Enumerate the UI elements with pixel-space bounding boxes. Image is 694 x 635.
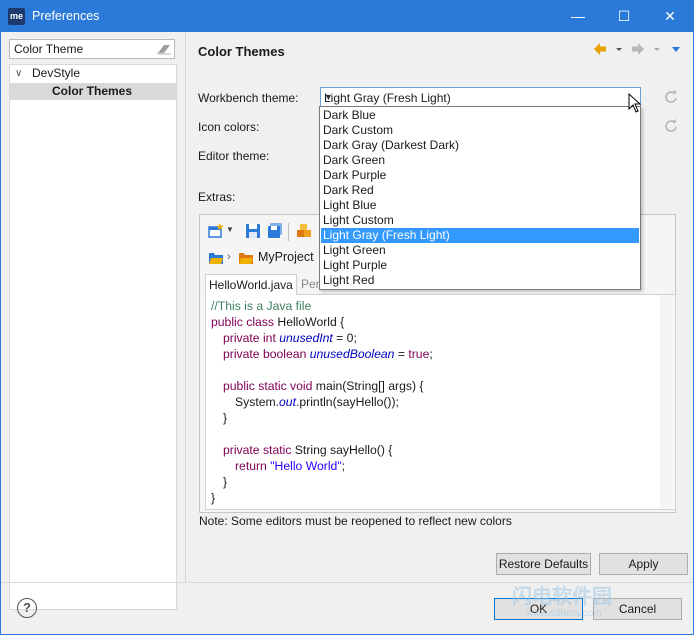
filter-input[interactable]: Color Theme bbox=[9, 39, 175, 59]
workbench-theme-select[interactable]: Light Gray (Fresh Light) ▼ bbox=[320, 87, 641, 107]
tab-helloworld: HelloWorld.java bbox=[205, 274, 297, 295]
toolbar-separator bbox=[288, 223, 289, 241]
code-line: } bbox=[223, 475, 228, 489]
watermark-text: 闪电软件园 bbox=[512, 586, 612, 608]
theme-option[interactable]: Dark Red bbox=[321, 183, 639, 198]
breadcrumb-project: MyProject bbox=[258, 250, 314, 264]
code-line: } bbox=[211, 491, 216, 505]
puzzle-icon bbox=[297, 224, 311, 237]
theme-option[interactable]: Dark Green bbox=[321, 153, 639, 168]
tree-item-color-themes[interactable]: Color Themes bbox=[10, 83, 176, 100]
new-window-icon bbox=[208, 223, 224, 238]
theme-option[interactable]: Dark Blue bbox=[321, 108, 639, 123]
theme-option[interactable]: Light Green bbox=[321, 243, 639, 258]
apply-button[interactable]: Apply bbox=[599, 553, 688, 575]
help-icon[interactable]: ? bbox=[17, 598, 37, 618]
page-title: Color Themes bbox=[198, 44, 285, 59]
code-line: System.out.println(sayHello()); bbox=[235, 395, 399, 409]
editor-theme-label: Editor theme: bbox=[198, 149, 270, 163]
theme-dropdown-list[interactable]: Dark Blue Dark Custom Dark Gray (Darkest D… bbox=[319, 106, 641, 290]
theme-option[interactable]: Light Purple bbox=[321, 258, 639, 273]
window-title: Preferences bbox=[32, 9, 100, 23]
code-line: //This is a Java file bbox=[211, 299, 312, 313]
minimize-button[interactable]: — bbox=[555, 1, 601, 32]
code-line: private static String sayHello() { bbox=[223, 443, 393, 457]
app-icon: me bbox=[8, 8, 25, 25]
tree-item-label: Color Themes bbox=[52, 84, 133, 98]
breadcrumb-separator-icon: › bbox=[227, 251, 231, 263]
theme-option[interactable]: Dark Custom bbox=[321, 123, 639, 138]
folder-icon bbox=[209, 253, 223, 264]
code-editor: //This is a Java file public class Hello… bbox=[205, 295, 676, 510]
code-line: public static void main(String[] args) { bbox=[223, 379, 424, 393]
expand-chevron-icon[interactable]: ∨ bbox=[15, 65, 22, 82]
tree-item-label: DevStyle bbox=[32, 66, 81, 80]
reopen-note: Note: Some editors must be reopened to r… bbox=[199, 514, 512, 528]
filter-text: Color Theme bbox=[14, 42, 84, 56]
eraser-icon[interactable] bbox=[156, 42, 172, 55]
preference-tree[interactable]: ∨ DevStyle Color Themes bbox=[9, 64, 177, 610]
back-arrow-icon[interactable] bbox=[593, 42, 607, 56]
theme-option[interactable]: Light Blue bbox=[321, 198, 639, 213]
theme-option[interactable]: Light Custom bbox=[321, 213, 639, 228]
mouse-cursor-icon bbox=[628, 93, 642, 113]
preferences-window: me Preferences — ☐ ✕ Color Theme ∨ DevSt… bbox=[0, 0, 694, 635]
sidebar: Color Theme ∨ DevStyle Color Themes bbox=[1, 32, 186, 610]
refresh-icon[interactable] bbox=[664, 90, 678, 104]
icon-colors-label: Icon colors: bbox=[198, 120, 260, 134]
code-line: public class HelloWorld { bbox=[211, 315, 345, 329]
theme-option[interactable]: Light Red bbox=[321, 273, 639, 288]
refresh-icon[interactable] bbox=[664, 119, 678, 133]
tree-item-devstyle[interactable]: ∨ DevStyle bbox=[10, 65, 176, 82]
theme-option[interactable]: Dark Purple bbox=[321, 168, 639, 183]
code-line: private boolean unusedBoolean = true; bbox=[223, 347, 433, 361]
theme-option[interactable]: Light Gray (Fresh Light) bbox=[321, 228, 639, 243]
workbench-theme-label: Workbench theme: bbox=[198, 91, 299, 105]
editor-scrollbar bbox=[660, 295, 675, 509]
project-folder-icon bbox=[239, 253, 253, 264]
dropdown-arrow-icon: ▼ bbox=[226, 225, 234, 234]
save-icon bbox=[246, 224, 260, 238]
title-bar[interactable]: me Preferences — ☐ ✕ bbox=[1, 1, 693, 32]
chevron-down-icon[interactable]: ▼ bbox=[324, 92, 635, 102]
code-line: return "Hello World"; bbox=[235, 459, 346, 473]
watermark-url: www.sdbeta.com bbox=[526, 608, 602, 619]
code-line: private int unusedInt = 0; bbox=[223, 331, 357, 345]
forward-arrow-icon[interactable] bbox=[631, 42, 645, 56]
back-menu-chevron-icon[interactable] bbox=[615, 42, 623, 56]
close-button[interactable]: ✕ bbox=[647, 1, 693, 32]
restore-defaults-button[interactable]: Restore Defaults bbox=[496, 553, 591, 575]
extras-label: Extras: bbox=[198, 190, 236, 204]
view-menu-icon[interactable] bbox=[671, 42, 681, 56]
theme-option[interactable]: Dark Gray (Darkest Dark) bbox=[321, 138, 639, 153]
maximize-button[interactable]: ☐ bbox=[601, 1, 647, 32]
forward-menu-chevron-icon[interactable] bbox=[653, 42, 661, 56]
code-line: } bbox=[223, 411, 228, 425]
save-all-icon bbox=[268, 223, 282, 238]
